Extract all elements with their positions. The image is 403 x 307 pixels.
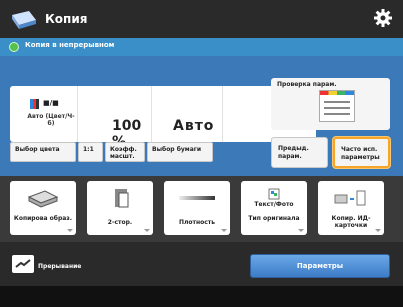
header-bar: Копия — [0, 0, 403, 38]
chevron-down-icon — [67, 229, 73, 232]
copy-tray-icon — [27, 190, 59, 208]
copy-screen: Копия Копия в непрерывном ■/■ Авто (Цвет… — [0, 0, 403, 307]
page-preview-icon — [319, 90, 355, 122]
chevron-down-icon — [221, 229, 227, 232]
2sided-icon — [115, 189, 129, 208]
ratio-display: 100 % — [79, 86, 152, 150]
function-button-original-type[interactable]: Текст/Фото Тип оригинала — [241, 181, 307, 235]
chevron-down-icon — [298, 229, 304, 232]
function-label-original: Копирова образ. — [13, 215, 73, 222]
density-icon — [179, 196, 215, 200]
chevron-down-icon — [144, 229, 150, 232]
interrupt-icon[interactable] — [12, 255, 34, 273]
function-label-2sided: 2-стор. — [107, 219, 133, 226]
previous-settings-label: Предыд. парам. — [278, 145, 309, 160]
one-to-one-button[interactable]: 1:1 — [78, 142, 103, 162]
function-label-density: Плотность — [178, 219, 216, 226]
footer-strip — [0, 286, 403, 307]
select-paper-button[interactable]: Выбор бумаги — [147, 142, 213, 162]
function-button-2sided[interactable]: 2-стор. — [87, 181, 153, 235]
color-mode-sub: Авто (Цвет/Ч-б) — [27, 113, 75, 127]
select-color-button[interactable]: Выбор цвета — [10, 142, 76, 162]
one-to-one-label: 1:1 — [83, 146, 94, 153]
page-title: Копия — [45, 12, 88, 26]
function-label-original-type: Тип оригинала — [248, 215, 300, 222]
favorite-settings-label: Часто исп. параметры — [341, 146, 380, 161]
previous-settings-button[interactable]: Предыд. парам. — [271, 137, 328, 168]
reset-button[interactable]: Параметры — [250, 254, 390, 278]
select-paper-label: Выбор бумаги — [152, 146, 202, 153]
chevron-down-icon — [375, 229, 381, 232]
paper-value: Авто — [173, 118, 215, 134]
color-mode-main: ■/■ — [43, 99, 59, 107]
reset-label: Параметры — [296, 262, 344, 270]
magnification-label: Коэфф. масшт. — [110, 146, 137, 160]
select-color-label: Выбор цвета — [15, 146, 60, 153]
color-mode-display: ■/■ Авто (Цвет/Ч-б) — [10, 86, 78, 142]
function-button-original[interactable]: Копирова образ. — [10, 181, 76, 235]
proof-settings-button[interactable]: Проверка парам. — [271, 78, 390, 130]
interrupt-label: Прерывание — [38, 263, 82, 270]
color-bw-icon — [30, 99, 39, 109]
favorite-settings-button[interactable]: Часто исп. параметры — [333, 137, 390, 168]
function-label-idcard: Копир. ИД-карточки — [331, 215, 371, 229]
status-bar: Копия в непрерывном — [0, 38, 403, 56]
status-text: Копия в непрерывном — [25, 41, 115, 49]
copy-icon — [12, 11, 36, 29]
function-button-density[interactable]: Плотность — [164, 181, 230, 235]
proof-label: Проверка парам. — [277, 81, 337, 88]
paper-display: Авто — [153, 86, 223, 142]
gear-icon[interactable] — [373, 8, 393, 28]
multi-copy-icon — [334, 190, 366, 206]
function-button-idcard[interactable]: Копир. ИД-карточки — [318, 181, 384, 235]
magnification-button[interactable]: Коэфф. масшт. — [105, 142, 145, 162]
status-ok-icon — [9, 42, 19, 52]
function-label-text-photo: Текст/Фото — [254, 201, 294, 208]
